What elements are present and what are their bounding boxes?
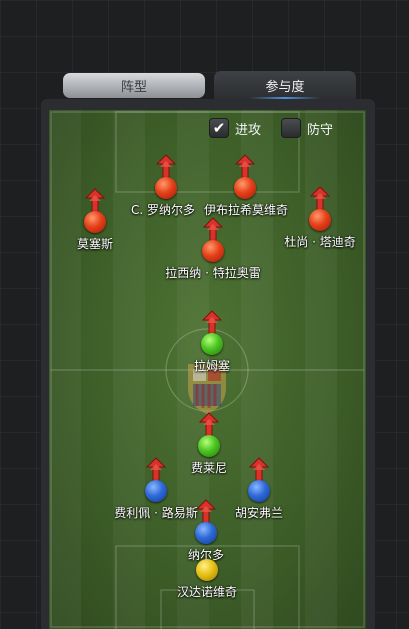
attack-toggle[interactable]: ✔ 进攻 (209, 118, 261, 138)
player-name: 汉达诺维奇 (176, 585, 238, 599)
player-name: 费利佩 · 路易斯 (114, 506, 198, 520)
pitch: ✔ 进攻 防守 C. 罗纳尔多 伊布拉希莫维奇 莫塞斯 杜尚 · 塔迪奇 拉西纳… (49, 110, 366, 629)
tab-formation[interactable]: 阵型 (63, 73, 205, 98)
attack-toggle-label: 进攻 (235, 122, 262, 138)
tab-participation-label: 参与度 (265, 79, 305, 95)
player-name: 费莱尼 (190, 461, 228, 475)
defend-checkbox-icon[interactable] (281, 118, 301, 138)
player-marker[interactable] (198, 435, 220, 457)
player-name: 伊布拉希莫维奇 (203, 203, 289, 217)
player-marker[interactable] (202, 240, 224, 262)
player-name: 杜尚 · 塔迪奇 (284, 235, 356, 249)
attack-checkbox-checked-icon[interactable]: ✔ (209, 118, 229, 138)
player-name: 胡安弗兰 (234, 506, 284, 520)
player-marker[interactable] (309, 209, 331, 231)
player-marker[interactable] (234, 177, 256, 199)
player-name: C. 罗纳尔多 (130, 203, 196, 217)
player-marker[interactable] (145, 480, 167, 502)
player-name: 拉西纳 · 特拉奥雷 (165, 266, 261, 280)
player-marker[interactable] (196, 559, 218, 581)
player-name: 莫塞斯 (76, 237, 114, 251)
player-marker[interactable] (195, 522, 217, 544)
tab-formation-label: 阵型 (120, 80, 147, 95)
player-marker[interactable] (248, 480, 270, 502)
defend-toggle-label: 防守 (307, 122, 334, 138)
player-marker[interactable] (201, 333, 223, 355)
player-name: 拉姆塞 (193, 359, 231, 373)
tab-participation[interactable]: 参与度 (214, 71, 356, 99)
player-marker[interactable] (84, 211, 106, 233)
player-marker[interactable] (155, 177, 177, 199)
defend-toggle[interactable]: 防守 (281, 118, 333, 138)
